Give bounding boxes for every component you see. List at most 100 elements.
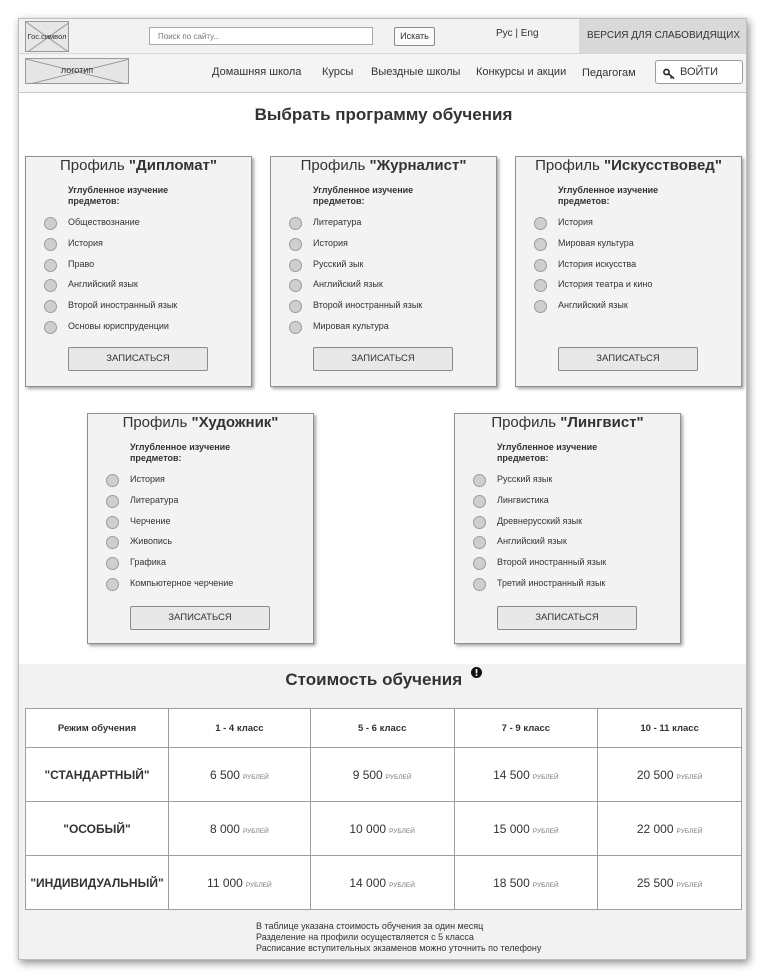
note-line: Расписание вступительных экзаменов можно… (256, 943, 542, 953)
logo-image[interactable]: логотип (25, 58, 129, 84)
profile-prefix: Профиль (122, 414, 188, 431)
radio-button[interactable] (534, 258, 547, 272)
pricing-title: Стоимость обучения (285, 670, 463, 689)
profile-prefix: Профиль (535, 157, 600, 174)
radio-button[interactable] (106, 515, 119, 529)
pricing-row: "ИНДИВИДУАЛЬНЫЙ" 11 000 РУБЛЕЙ 14 000 РУБЛЕЙ… (25, 855, 742, 910)
price-value: 14 000 (349, 875, 387, 890)
price-cell: 20 500 РУБЛЕЙ (597, 747, 742, 802)
low-vision-version-link[interactable]: ВЕРСИЯ ДЛЯ СЛАБОВИДЯЩИХ (579, 19, 746, 53)
radio-button[interactable] (289, 217, 302, 230)
search-button[interactable]: Искать (394, 27, 435, 46)
subject-label: Второй иностранный язык (497, 557, 607, 568)
radio-button[interactable] (106, 474, 119, 487)
currency-unit: РУБЛЕЙ (389, 827, 415, 835)
subject-label: Русский язык (497, 474, 553, 484)
profile-card-linguist: Профиль "Лингвист" Углубленное изучение п… (454, 413, 681, 644)
radio-button[interactable] (44, 258, 57, 272)
currency-unit: РУБЛЕЙ (532, 881, 559, 889)
radio-button[interactable] (289, 321, 302, 334)
nav-item-field-schools[interactable]: Выездные школы (371, 66, 460, 78)
profile-subtitle: Углубленное изучение предметов: (558, 185, 659, 206)
subject-label: Древнерусский язык (497, 515, 583, 526)
subject-label: История (130, 474, 165, 484)
radio-button[interactable] (44, 279, 57, 293)
price-cell: 22 000 РУБЛЕЙ (597, 801, 742, 856)
mode-cell: "ИНДИВИДУАЛЬНЫЙ" (25, 855, 169, 910)
radio-button[interactable] (534, 300, 547, 314)
price-cell: 18 500 РУБЛЕЙ (453, 855, 599, 910)
enroll-button[interactable]: ЗАПИСАТЬСЯ (558, 347, 698, 371)
pricing-table: Режим обучения 1 - 4 класс 5 - 6 класс 7… (25, 708, 742, 910)
nav-item-teachers[interactable]: Педагогам (582, 67, 636, 79)
price-value: 18 500 (493, 875, 530, 890)
enroll-button[interactable]: ЗАПИСАТЬСЯ (130, 606, 270, 630)
gov-symbol-image: Гос.символ (25, 21, 69, 52)
radio-button[interactable] (473, 494, 486, 508)
subject-label: История искусства (558, 258, 637, 269)
radio-button[interactable] (289, 258, 302, 272)
header-grade-10-11: 10 - 11 класс (597, 708, 742, 748)
pricing-row: "СТАНДАРТНЫЙ" 6 500 РУБЛЕЙ 9 500 РУБЛЕЙ 14 50… (25, 747, 742, 802)
radio-button[interactable] (44, 300, 57, 314)
radio-button[interactable] (534, 217, 547, 230)
radio-button[interactable] (289, 300, 302, 314)
price-cell: 14 000 РУБЛЕЙ (309, 855, 455, 910)
top-bar: Гос.символ Искать Рус | Eng ВЕРСИЯ ДЛЯ С… (19, 19, 746, 54)
subject-label: Русский зык (313, 258, 364, 269)
exclamation-circle-icon[interactable] (470, 665, 482, 682)
profile-card-title: Профиль "Лингвист" (455, 414, 680, 431)
radio-button[interactable] (473, 578, 486, 591)
nav-item-home-school[interactable]: Домашняя школа (212, 66, 301, 78)
note-line: В таблице указана стоимость обучения за … (256, 921, 484, 931)
radio-button[interactable] (289, 237, 302, 251)
radio-button[interactable] (534, 279, 547, 293)
profile-prefix: Профиль (491, 414, 557, 431)
price-cell: 8 000 РУБЛЕЙ (168, 801, 311, 856)
price-value: 14 500 (493, 767, 530, 782)
price-cell: 25 500 РУБЛЕЙ (597, 855, 742, 910)
lang-ru-link[interactable]: Рус (496, 28, 513, 39)
subject-label: Обществознание (68, 217, 140, 227)
radio-button[interactable] (473, 474, 486, 487)
radio-button[interactable] (534, 237, 547, 251)
login-button[interactable]: ВОЙТИ (655, 60, 743, 84)
radio-button[interactable] (473, 557, 486, 571)
gov-symbol-label: Гос.символ (27, 32, 67, 41)
price-cell: 14 500 РУБЛЕЙ (453, 747, 599, 802)
pricing-row: "ОСОБЫЙ" 8 000 РУБЛЕЙ 10 000 РУБЛЕЙ 15 000 РУБ… (25, 801, 742, 856)
nav-item-contests[interactable]: Конкурсы и акции (476, 66, 566, 78)
subject-label: Второй иностранный язык (313, 300, 423, 311)
enroll-button[interactable]: ЗАПИСАТЬСЯ (497, 606, 637, 630)
subject-label: История (313, 237, 348, 248)
mode-cell: "ОСОБЫЙ" (25, 801, 169, 856)
radio-button[interactable] (289, 279, 302, 293)
radio-button[interactable] (106, 557, 119, 571)
radio-button[interactable] (473, 536, 486, 550)
radio-button[interactable] (44, 237, 57, 251)
currency-unit: РУБЛЕЙ (532, 773, 559, 781)
radio-button[interactable] (473, 515, 486, 529)
enroll-button[interactable]: ЗАПИСАТЬСЯ (68, 347, 208, 371)
header-mode: Режим обучения (25, 708, 169, 748)
radio-button[interactable] (106, 536, 119, 550)
nav-item-courses[interactable]: Курсы (322, 66, 353, 78)
price-value: 15 000 (493, 821, 530, 836)
radio-button[interactable] (106, 578, 119, 591)
subject-label: Литература (130, 494, 179, 505)
radio-button[interactable] (44, 321, 57, 334)
subject-label: Второй иностранный язык (68, 300, 178, 311)
search-input[interactable] (149, 27, 373, 45)
radio-button[interactable] (106, 494, 119, 508)
currency-unit: РУБЛЕЙ (389, 881, 415, 889)
radio-button[interactable] (44, 217, 57, 230)
profile-card-artist: Профиль "Художник" Углубленное изучение п… (87, 413, 314, 644)
enroll-button[interactable]: ЗАПИСАТЬСЯ (313, 347, 453, 371)
price-value: 11 000 (207, 875, 243, 890)
subject-label: История (558, 217, 593, 227)
currency-unit: РУБЛЕЙ (676, 827, 703, 835)
subject-label: Черчение (130, 515, 171, 526)
lang-en-link[interactable]: Eng (521, 28, 539, 39)
currency-unit: РУБЛЕЙ (245, 881, 272, 889)
price-cell: 10 000 РУБЛЕЙ (309, 801, 455, 856)
